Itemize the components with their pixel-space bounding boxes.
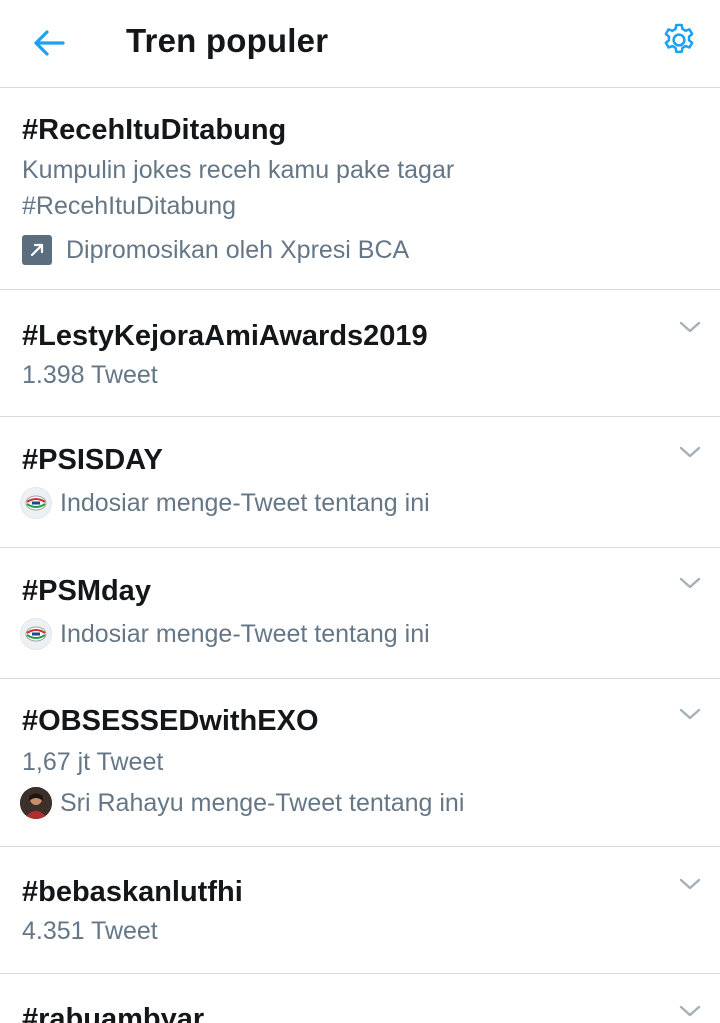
arrow-left-icon — [34, 30, 65, 56]
promoted-context: Dipromosikan oleh Xpresi BCA — [20, 232, 409, 268]
trend-name[interactable]: #PSMday — [22, 573, 151, 609]
trend-item[interactable]: #PSISDAY Indosiar menge-Tweet tentang in… — [0, 417, 720, 548]
trend-options-button[interactable] — [672, 869, 708, 899]
indosiar-logo-icon — [25, 495, 47, 511]
chevron-down-icon — [679, 446, 701, 458]
trend-social-context: Sri Rahayu menge-Tweet tentang ini — [20, 785, 464, 821]
trend-item[interactable]: #bebaskanlutfhi 4.351 Tweet — [0, 847, 720, 974]
chevron-down-icon — [679, 708, 701, 720]
trend-item[interactable]: #LestyKejoraAmiAwards2019 1.398 Tweet — [0, 290, 720, 417]
chevron-down-icon — [679, 878, 701, 890]
avatar — [20, 787, 52, 819]
trend-options-button[interactable] — [672, 437, 708, 467]
trend-item[interactable]: #PSMday Indosiar menge-Tweet tentang ini — [0, 548, 720, 679]
chevron-down-icon — [679, 1005, 701, 1017]
chevron-down-icon — [679, 577, 701, 589]
indosiar-logo-icon — [25, 626, 47, 642]
social-context-text: Indosiar menge-Tweet tentang ini — [60, 619, 430, 648]
trend-name[interactable]: #RecehItuDitabung — [22, 112, 286, 148]
trend-social-context: Indosiar menge-Tweet tentang ini — [20, 616, 430, 652]
gear-icon — [664, 23, 694, 54]
trend-tweet-count: 1,67 jt Tweet — [22, 748, 164, 776]
trend-name[interactable]: #bebaskanlutfhi — [22, 874, 243, 910]
top-app-bar: Tren populer — [0, 0, 720, 88]
chevron-down-icon — [679, 321, 701, 333]
avatar — [20, 487, 52, 519]
trend-options-button[interactable] — [672, 699, 708, 729]
trend-description: Kumpulin jokes receh kamu pake tagar #Re… — [22, 156, 455, 220]
trend-social-context: Indosiar menge-Tweet tentang ini — [20, 485, 430, 521]
trend-options-button[interactable] — [672, 568, 708, 598]
trend-tweet-count: 1.398 Tweet — [22, 361, 158, 389]
trend-item[interactable]: #OBSESSEDwithEXO 1,67 jt Tweet Sri Rahay… — [0, 679, 720, 847]
trend-tweet-count: 4.351 Tweet — [22, 917, 158, 945]
trend-item[interactable]: #rabuambyar — [0, 974, 720, 1023]
avatar — [20, 618, 52, 650]
trend-options-button[interactable] — [672, 996, 708, 1023]
social-context-text: Indosiar menge-Tweet tentang ini — [60, 488, 430, 517]
trend-name[interactable]: #OBSESSEDwithEXO — [22, 703, 319, 739]
trends-screen: Tren populer #RecehItuDitabung Kumpulin … — [0, 0, 720, 1023]
promoted-arrow-icon — [22, 235, 52, 265]
social-context-text: Sri Rahayu menge-Tweet tentang ini — [60, 788, 465, 817]
trend-options-button[interactable] — [672, 312, 708, 342]
trend-name[interactable]: #PSISDAY — [22, 442, 163, 478]
trend-name[interactable]: #rabuambyar — [22, 1001, 204, 1023]
promoted-by-text: Dipromosikan oleh Xpresi BCA — [66, 235, 410, 264]
page-title: Tren populer — [126, 22, 329, 59]
settings-button[interactable] — [654, 15, 704, 65]
user-avatar-icon — [20, 787, 52, 819]
back-button[interactable] — [24, 18, 74, 68]
trend-item-promoted[interactable]: #RecehItuDitabung Kumpulin jokes receh k… — [0, 88, 720, 290]
trend-name[interactable]: #LestyKejoraAmiAwards2019 — [22, 318, 428, 354]
